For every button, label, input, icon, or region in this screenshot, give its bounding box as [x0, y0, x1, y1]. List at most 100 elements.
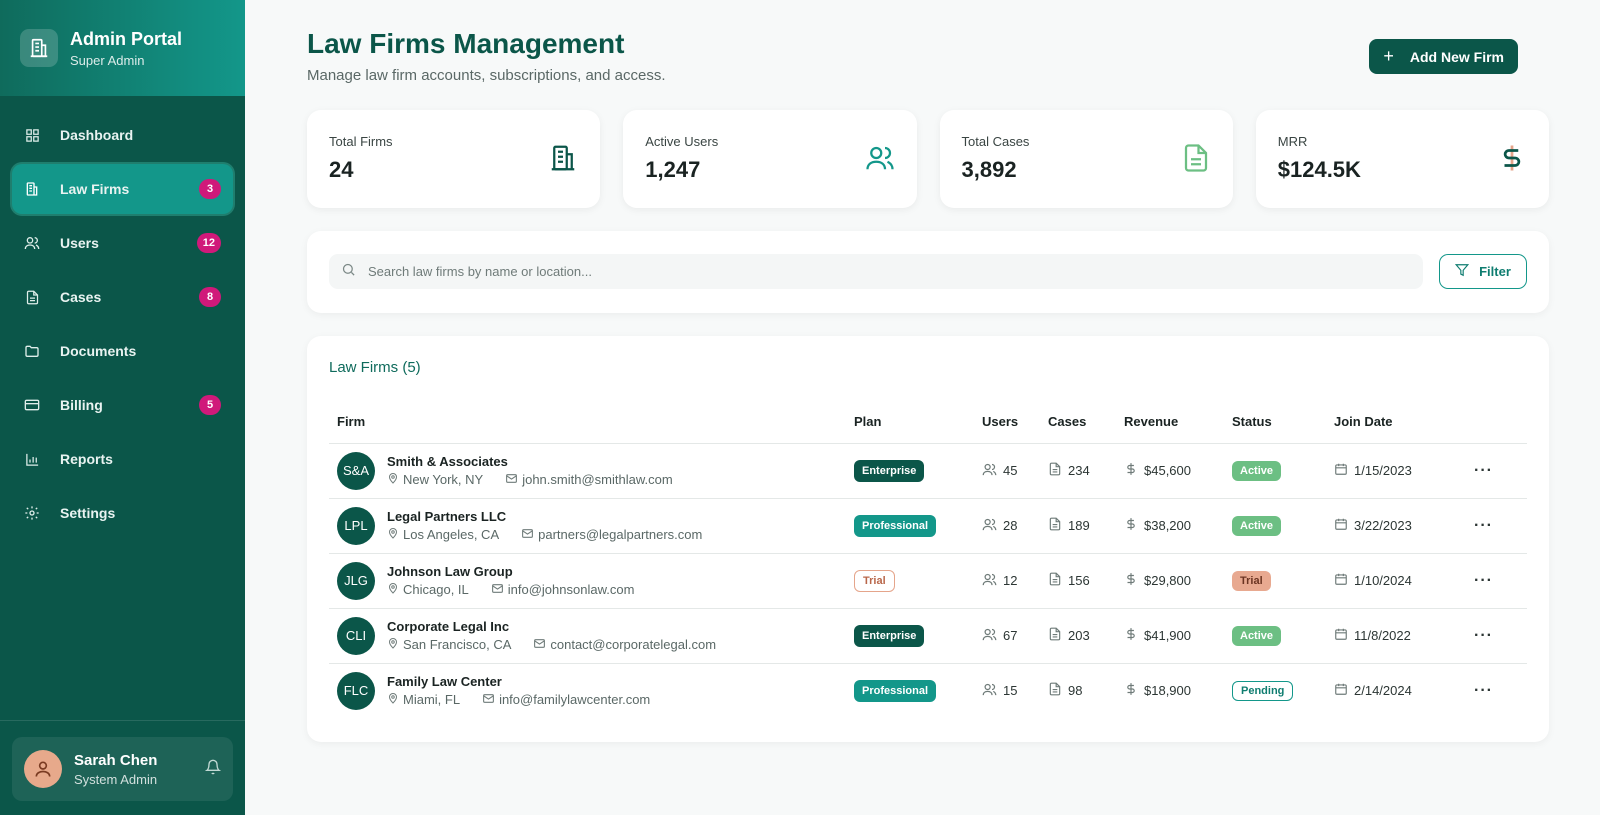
cases-cell: 189 — [1040, 498, 1116, 554]
map-pin-icon — [387, 527, 399, 542]
status-badge: Pending — [1232, 680, 1294, 701]
brand-subtitle: Super Admin — [70, 52, 145, 68]
sidebar-item-billing[interactable]: Billing 5 — [12, 380, 233, 430]
building-icon — [20, 29, 58, 67]
stat-value: 3,892 — [961, 157, 1017, 182]
status-cell: Trial — [1224, 553, 1326, 609]
firm-name[interactable]: Family Law Center — [387, 674, 650, 689]
search-box — [329, 254, 1423, 289]
firm-name[interactable]: Corporate Legal Inc — [387, 619, 716, 634]
join-date: 2/14/2024 — [1354, 683, 1412, 699]
column-header[interactable]: Plan — [846, 400, 974, 444]
firm-name[interactable]: Legal Partners LLC — [387, 509, 702, 524]
calendar-icon — [1334, 682, 1348, 699]
firm-name[interactable]: Smith & Associates — [387, 454, 673, 469]
sidebar-item-law-firms[interactable]: Law Firms 3 — [12, 164, 233, 214]
add-new-firm-button[interactable]: + Add New Firm — [1369, 39, 1518, 74]
mail-icon — [533, 637, 546, 653]
stat-card-total-firms: Total Firms 24 — [307, 110, 601, 208]
user-name: Sarah Chen — [74, 751, 158, 769]
building-icon — [24, 181, 40, 197]
table-row[interactable]: S&A Smith & Associates New York, NY john.sm… — [329, 443, 1527, 499]
firm-location: San Francisco, CA — [403, 637, 512, 652]
sidebar-item-users[interactable]: Users 12 — [12, 218, 233, 268]
table-row[interactable]: FLC Family Law Center Miami, FL info@family… — [329, 663, 1527, 718]
dollar-icon — [1124, 462, 1138, 479]
firm-location: Miami, FL — [403, 692, 461, 708]
bell-icon[interactable] — [204, 759, 222, 780]
calendar-icon — [1334, 517, 1348, 534]
column-header-actions — [1466, 400, 1527, 444]
filter-button[interactable]: Filter — [1439, 254, 1527, 289]
firm-meta: Miami, FL info@familylawcenter.com — [387, 692, 650, 708]
revenue-cell: $41,900 — [1116, 608, 1224, 664]
column-header[interactable]: Status — [1224, 400, 1326, 444]
more-options-icon[interactable]: ··· — [1474, 572, 1493, 589]
join-date: 3/22/2023 — [1354, 518, 1412, 533]
count-badge: 5 — [199, 395, 221, 415]
stat-card-active-users: Active Users 1,247 — [623, 110, 917, 208]
sidebar-item-cases[interactable]: Cases 8 — [12, 272, 233, 322]
filter-icon — [1455, 263, 1470, 280]
users-count: 15 — [1003, 683, 1018, 699]
more-options-icon[interactable]: ··· — [1474, 462, 1493, 479]
dollar-icon — [1124, 682, 1138, 699]
status-badge: Trial — [1232, 570, 1271, 591]
users-icon — [982, 517, 997, 535]
calendar-icon — [1334, 572, 1348, 589]
plan-badge: Trial — [854, 569, 895, 592]
actions-cell: ··· — [1466, 443, 1527, 499]
column-header[interactable]: Revenue — [1116, 400, 1224, 444]
revenue-value: $45,600 — [1144, 463, 1191, 478]
mail-icon — [491, 582, 504, 598]
more-options-icon[interactable]: ··· — [1474, 682, 1493, 699]
table-row[interactable]: CLI Corporate Legal Inc San Francisco, CA c… — [329, 608, 1527, 664]
mail-icon — [521, 527, 534, 543]
users-icon — [865, 143, 895, 178]
search-input[interactable] — [368, 264, 1368, 279]
gear-icon — [24, 505, 40, 521]
sidebar-item-label: Dashboard — [60, 127, 134, 143]
file-icon — [1048, 462, 1062, 479]
users-count: 28 — [1003, 518, 1018, 533]
cases-count: 203 — [1068, 628, 1090, 643]
sidebar-nav: Dashboard Law Firms 3 Users 12 Cases 8 D… — [0, 96, 245, 720]
cases-cell: 98 — [1040, 663, 1116, 718]
sidebar-item-documents[interactable]: Documents — [12, 326, 233, 376]
column-header[interactable]: Cases — [1040, 400, 1116, 444]
firm-avatar: LPL — [337, 506, 375, 545]
sidebar-item-dashboard[interactable]: Dashboard — [12, 110, 233, 160]
page-title: Law Firms Management — [307, 28, 625, 59]
column-header[interactable]: Users — [974, 400, 1040, 444]
column-header[interactable]: Firm — [329, 400, 846, 444]
brand-header: Admin Portal Super Admin — [0, 0, 245, 96]
table-row[interactable]: JLG Johnson Law Group Chicago, IL info@john… — [329, 553, 1527, 609]
sidebar-item-settings[interactable]: Settings — [12, 488, 233, 538]
actions-cell: ··· — [1466, 663, 1527, 718]
map-pin-icon — [387, 582, 399, 597]
more-options-icon[interactable]: ··· — [1474, 627, 1493, 644]
status-badge: Active — [1232, 515, 1282, 536]
sidebar-footer: Sarah Chen System Admin — [0, 720, 245, 815]
more-options-icon[interactable]: ··· — [1474, 517, 1493, 534]
mail-icon — [505, 472, 518, 488]
table-row[interactable]: LPL Legal Partners LLC Los Angeles, CA part… — [329, 498, 1527, 554]
map-pin-icon — [387, 472, 399, 487]
user-profile[interactable]: Sarah Chen System Admin — [12, 737, 233, 801]
plan-badge: Professional — [854, 514, 937, 537]
firm-meta: Los Angeles, CA partners@legalpartners.co… — [387, 527, 702, 543]
cases-cell: 234 — [1040, 443, 1116, 499]
cases-cell: 156 — [1040, 553, 1116, 609]
sidebar-item-reports[interactable]: Reports — [12, 434, 233, 484]
plan-badge: Professional — [854, 679, 937, 702]
sidebar-item-label: Cases — [60, 289, 102, 305]
column-header[interactable]: Join Date — [1326, 400, 1466, 444]
law-firms-table: Firm Plan Users Cases Revenue Status Joi… — [329, 400, 1527, 718]
firm-name[interactable]: Johnson Law Group — [387, 564, 634, 579]
actions-cell: ··· — [1466, 608, 1527, 664]
dollar-icon — [1497, 143, 1527, 178]
stat-label: MRR — [1277, 134, 1308, 149]
map-pin-icon — [387, 637, 399, 652]
stat-label: Active Users — [645, 134, 719, 149]
plan-badge: Enterprise — [854, 459, 925, 482]
